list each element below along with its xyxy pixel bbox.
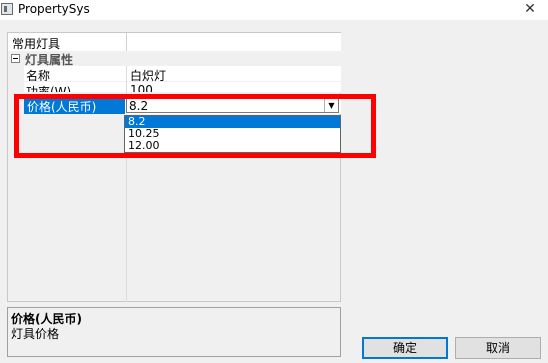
- category-row[interactable]: 灯具属性: [8, 51, 341, 67]
- annotation-highlight-box: [14, 94, 376, 158]
- property-value: 白炽灯: [130, 69, 167, 82]
- cancel-button[interactable]: 取消: [455, 337, 541, 359]
- app-icon: [1, 3, 13, 15]
- property-grid: 常用灯具 灯具属性 名称 白炽灯 功率(W) 100 价格(人民币) 8.2 ▼…: [7, 32, 341, 302]
- property-row-power[interactable]: 功率(W) 100: [24, 82, 341, 93]
- property-value: 100: [130, 83, 153, 93]
- description-pane: 价格(人民币) 灯具价格: [7, 307, 341, 357]
- title-bar: PropertySys ✕: [0, 0, 548, 20]
- description-text: 灯具价格: [11, 327, 60, 341]
- property-row-name[interactable]: 名称 白炽灯: [24, 66, 341, 82]
- collapse-icon[interactable]: [11, 54, 20, 63]
- close-icon[interactable]: ✕: [518, 0, 542, 20]
- ok-button[interactable]: 确定: [362, 337, 448, 359]
- grid-toolbar: 常用灯具: [8, 33, 341, 52]
- window-title: PropertySys: [18, 2, 90, 16]
- tab-common-fixtures[interactable]: 常用灯具: [12, 35, 60, 52]
- property-name: 功率(W): [26, 85, 72, 93]
- property-name: 名称: [26, 69, 51, 82]
- toolbar-divider: [126, 33, 127, 51]
